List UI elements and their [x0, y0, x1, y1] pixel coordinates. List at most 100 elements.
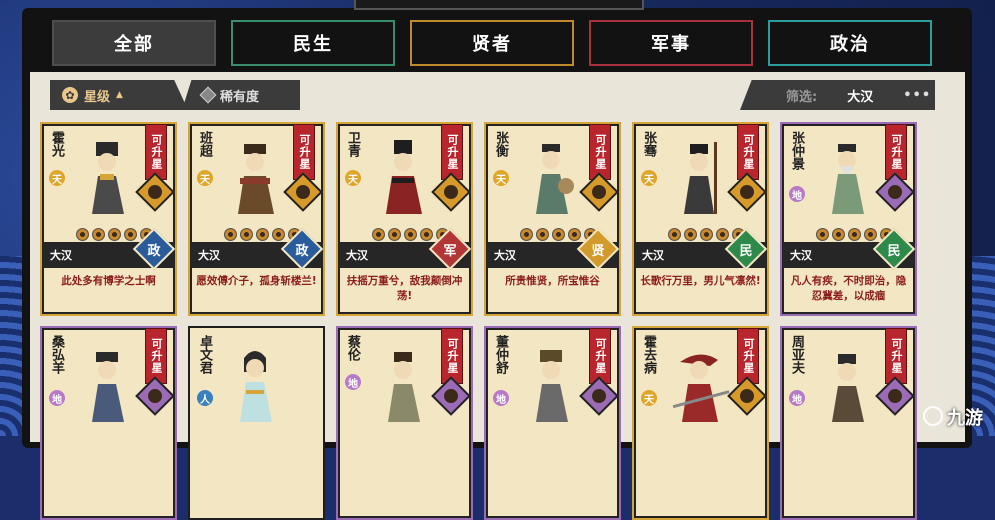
filter-dropdown[interactable]: 筛选: 大汉 •••	[740, 80, 935, 110]
watermark: 九游	[923, 404, 983, 430]
flower-icon: ✿	[62, 87, 78, 103]
character-card[interactable]: 桑弘羊 地 可升星	[40, 326, 177, 520]
character-card[interactable]: 卫青 天 可升星 大汉 军 扶摇万重兮，敌我颠倒冲荡!	[336, 122, 473, 316]
character-card[interactable]: 班超 天 可升星 大汉 政 愿效傅介子，孤身斩楼兰!	[188, 122, 325, 316]
filter-value: 大汉	[847, 89, 874, 105]
region-label: 大汉	[50, 249, 72, 262]
rank-emblem-icon	[875, 172, 915, 212]
character-portrait	[92, 142, 124, 214]
sort-arrow-icon: ▲	[116, 90, 123, 100]
upgrade-tag: 可升星	[145, 328, 167, 384]
rank-emblem-icon	[135, 376, 175, 416]
rank-emblem-icon	[875, 376, 915, 416]
character-card[interactable]: 张衡 天 可升星 大汉 贤 所贵惟贤，所宝惟谷	[484, 122, 621, 316]
character-name: 卓文君	[197, 335, 212, 374]
grade-badge: 天	[49, 170, 65, 186]
region-label: 大汉	[494, 249, 516, 262]
rank-emblem-icon	[431, 376, 471, 416]
character-quote: 所贵惟贤，所宝惟谷	[505, 275, 600, 287]
diamond-icon	[199, 86, 217, 104]
character-name: 张仲景	[789, 131, 804, 170]
character-name: 蔡伦	[345, 335, 360, 361]
character-portrait	[92, 352, 124, 422]
character-name: 桑弘羊	[49, 335, 64, 374]
grade-badge: 天	[197, 170, 213, 186]
character-quote: 凡人有疾，不时即治，隐忍冀差，以成痼	[790, 275, 907, 302]
character-card[interactable]: 霍去病 天 可升星	[632, 326, 769, 520]
character-card[interactable]: 张骞 天 可升星 大汉 民 长歌行万里，男儿气凛然!	[632, 122, 769, 316]
tab-all[interactable]: 全部	[52, 20, 216, 66]
character-card[interactable]: 霍光 天 可升星 大汉 政 此处多有博学之士啊	[40, 122, 177, 316]
grade-badge: 地	[49, 390, 65, 406]
character-portrait	[832, 144, 864, 214]
rank-emblem-icon	[579, 172, 619, 212]
upgrade-tag: 可升星	[441, 328, 463, 384]
upgrade-tag: 可升星	[885, 124, 907, 180]
region-label: 大汉	[642, 249, 664, 262]
character-card[interactable]: 周亚夫 地 可升星	[780, 326, 917, 520]
sort-bar: ✿ 星级 ▲ 稀有度	[50, 80, 300, 110]
category-tabs: 全部 民生 贤者 军事 政治	[52, 20, 932, 66]
tab-livelihood[interactable]: 民生	[231, 20, 395, 66]
character-quote: 扶摇万重兮，敌我颠倒冲荡!	[346, 275, 463, 302]
upgrade-tag: 可升星	[737, 328, 759, 384]
rank-emblem-icon	[135, 172, 175, 212]
character-portrait	[388, 352, 420, 422]
character-portrait	[536, 350, 568, 422]
region-label: 大汉	[790, 249, 812, 262]
upgrade-tag: 可升星	[885, 328, 907, 384]
upgrade-tag: 可升星	[589, 124, 611, 180]
character-name: 霍光	[49, 131, 64, 157]
rank-emblem-icon	[727, 172, 767, 212]
character-portrait	[238, 144, 274, 214]
upgrade-tag: 可升星	[737, 124, 759, 180]
tab-sage[interactable]: 贤者	[410, 20, 574, 66]
sort-by-rarity-button[interactable]: 稀有度	[182, 80, 300, 110]
character-name: 班超	[197, 131, 212, 157]
upgrade-tag: 可升星	[441, 124, 463, 180]
rank-emblem-icon	[579, 376, 619, 416]
rank-emblem-icon	[283, 172, 323, 212]
top-notch	[354, 0, 644, 10]
character-quote: 愿效傅介子，孤身斩楼兰!	[196, 275, 317, 287]
upgrade-tag: 可升星	[145, 124, 167, 180]
character-name: 张骞	[641, 131, 656, 157]
sort-star-label: 星级	[84, 89, 111, 105]
grade-badge: 地	[345, 374, 361, 390]
rank-emblem-icon	[431, 172, 471, 212]
character-portrait	[386, 140, 422, 214]
region-label: 大汉	[346, 249, 368, 262]
character-portrait	[536, 144, 574, 214]
filter-label: 筛选:	[786, 89, 818, 105]
upgrade-tag: 可升星	[589, 328, 611, 384]
character-name: 周亚夫	[789, 335, 804, 374]
grade-badge: 天	[493, 170, 509, 186]
grade-badge: 天	[641, 390, 657, 406]
sort-rarity-label: 稀有度	[220, 89, 260, 105]
character-card[interactable]: 卓文君 人	[188, 326, 325, 520]
region-label: 大汉	[198, 249, 220, 262]
tab-military[interactable]: 军事	[589, 20, 753, 66]
tab-politics[interactable]: 政治	[768, 20, 932, 66]
grade-badge: 地	[789, 390, 805, 406]
rank-emblem-icon	[727, 376, 767, 416]
character-portrait	[240, 351, 272, 422]
grade-badge: 天	[641, 170, 657, 186]
grade-badge: 人	[197, 390, 213, 406]
character-name: 霍去病	[641, 335, 656, 374]
character-panel: ✿ 星级 ▲ 稀有度 筛选: 大汉 ••• 霍光 天 可升星 大汉 政 此处多有…	[30, 72, 965, 520]
character-card[interactable]: 董仲舒 地 可升星	[484, 326, 621, 520]
character-name: 张衡	[493, 131, 508, 157]
character-name: 卫青	[345, 131, 360, 157]
character-card[interactable]: 张仲景 地 可升星 大汉 民 凡人有疾，不时即治，隐忍冀差，以成痼	[780, 122, 917, 316]
grade-badge: 天	[345, 170, 361, 186]
more-options-button[interactable]: •••	[903, 88, 931, 103]
watermark-logo-icon	[923, 406, 943, 426]
character-quote: 此处多有博学之士啊	[61, 275, 156, 287]
character-quote: 长歌行万里，男儿气凛然!	[640, 275, 761, 287]
character-portrait	[684, 142, 717, 214]
grade-badge: 地	[493, 390, 509, 406]
character-name: 董仲舒	[493, 335, 508, 374]
sort-by-star-button[interactable]: ✿ 星级 ▲	[50, 80, 188, 110]
character-card[interactable]: 蔡伦 地 可升星	[336, 326, 473, 520]
